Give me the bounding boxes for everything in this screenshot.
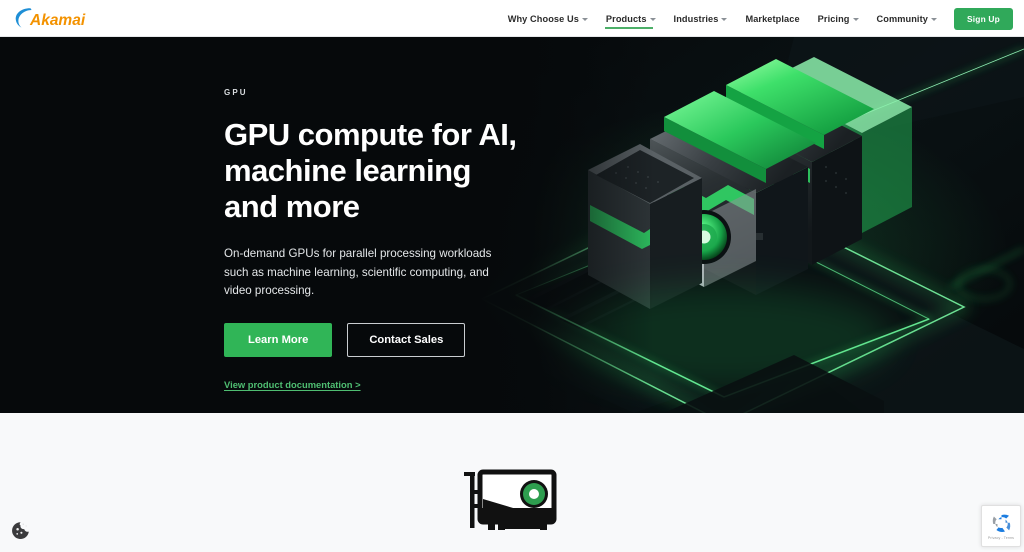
nav-item-products[interactable]: Products (597, 0, 665, 37)
sign-up-button[interactable]: Sign Up (953, 7, 1013, 30)
nav-label: Products (605, 13, 647, 24)
akamai-logo[interactable]: Akamai (13, 5, 91, 31)
hero-eyebrow: GPU (224, 88, 248, 97)
lower-section (0, 413, 1024, 552)
gpu-stack-render (464, 37, 1024, 413)
hero-content: GPU GPU compute for AI, machine learning… (224, 88, 524, 393)
nav-label: Community (876, 13, 928, 24)
chevron-down-icon (852, 17, 859, 21)
nav-item-industries[interactable]: Industries (665, 0, 737, 37)
gpu-card-1 (588, 144, 702, 309)
nav-item-community[interactable]: Community (868, 0, 946, 37)
nav-label: Industries (673, 13, 719, 24)
recaptcha-legal-text: Privacy - Terms (987, 535, 1015, 540)
chevron-down-icon (930, 17, 937, 21)
recaptcha-icon (992, 514, 1010, 532)
nav-label: Marketplace (745, 13, 800, 24)
main-navigation: Why Choose Us Products Industries Market… (499, 0, 1016, 37)
hero-section: GPU GPU compute for AI, machine learning… (0, 37, 1024, 413)
akamai-logo-svg: Akamai (15, 8, 86, 29)
hero-illustration (464, 37, 1024, 413)
gpu-card-icon (462, 464, 562, 543)
cta-button-group: Learn More Contact Sales (224, 322, 524, 357)
chevron-down-icon (649, 17, 656, 21)
nav-item-pricing[interactable]: Pricing (809, 0, 868, 37)
learn-more-button[interactable]: Learn More (224, 322, 333, 357)
recaptcha-badge[interactable]: Privacy - Terms (981, 505, 1021, 547)
nav-label: Pricing (817, 13, 850, 24)
contact-sales-button[interactable]: Contact Sales (347, 322, 466, 357)
nav-label: Why Choose Us (507, 13, 579, 24)
cookie-consent-button[interactable] (11, 521, 30, 540)
chevron-down-icon (721, 17, 728, 21)
logo-wordmark: Akamai (29, 12, 86, 29)
hero-description: On-demand GPUs for parallel processing w… (224, 247, 492, 297)
nav-item-marketplace[interactable]: Marketplace (736, 0, 808, 37)
site-header: Akamai Why Choose Us Products Industries… (0, 0, 1024, 37)
page-title: GPU compute for AI, machine learning and… (224, 117, 517, 224)
nav-item-why-choose-us[interactable]: Why Choose Us (499, 0, 597, 37)
cookie-icon (12, 522, 29, 539)
product-documentation-link[interactable]: View product documentation > (224, 379, 361, 390)
chevron-down-icon (581, 17, 588, 21)
gpu-card-icon-svg (464, 469, 557, 530)
